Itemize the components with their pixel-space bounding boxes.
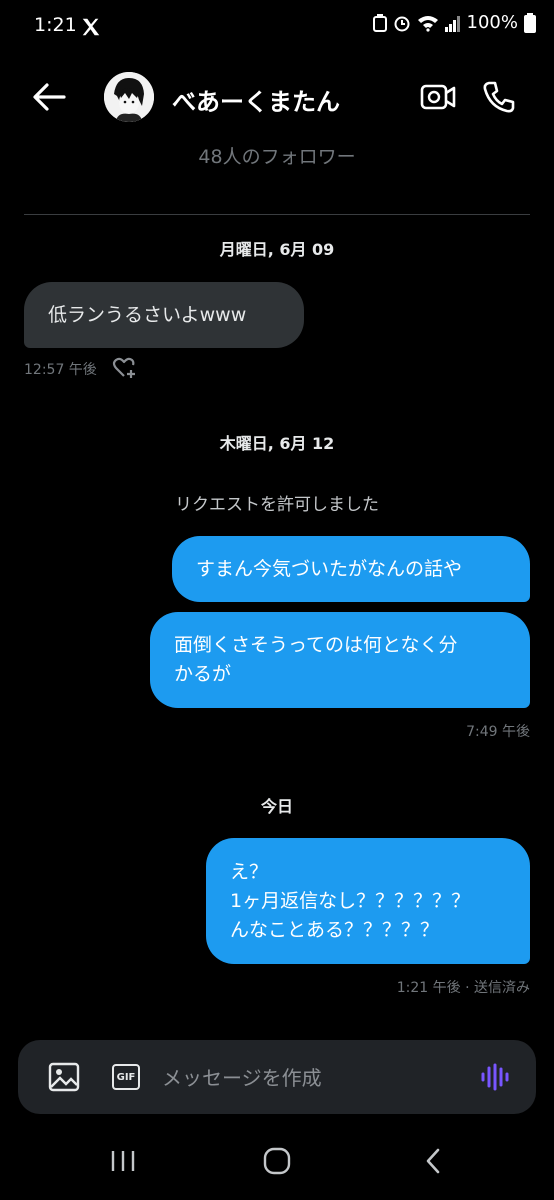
battery-percent: 100% xyxy=(466,12,518,33)
message-text-line: 1ヶ月返信なし？？？？？？ xyxy=(230,889,471,912)
message-text-line: かるが xyxy=(174,663,232,685)
add-reaction-icon[interactable] xyxy=(112,356,138,380)
image-icon[interactable] xyxy=(48,1062,80,1092)
x-logo-icon xyxy=(82,18,100,36)
header-divider xyxy=(24,214,530,215)
follower-count[interactable]: 48人のフォロワー xyxy=(0,142,554,169)
status-indicators: 100% xyxy=(372,12,536,33)
status-time: 1:21 xyxy=(34,14,77,36)
home-icon[interactable] xyxy=(262,1146,292,1176)
avatar-illustration xyxy=(104,72,154,122)
date-separator: 今日 xyxy=(260,797,293,816)
message-text-line: え？ xyxy=(230,860,269,883)
battery-saver-icon xyxy=(372,13,387,32)
message-text-line: 面倒くさそうってのは何となく分 xyxy=(174,634,458,656)
conversation-name[interactable]: べあーくまたん xyxy=(172,82,340,117)
battery-icon xyxy=(524,12,536,33)
date-separator: 木曜日, 6月 12 xyxy=(219,434,335,453)
message-text-line: んなことある？？？？？ xyxy=(230,918,440,941)
phone-call-icon[interactable] xyxy=(482,80,516,114)
recent-apps-icon[interactable] xyxy=(108,1148,138,1174)
video-call-icon[interactable] xyxy=(420,82,456,112)
voice-message-icon[interactable] xyxy=(480,1062,510,1092)
message-input[interactable] xyxy=(160,1060,464,1096)
system-message: リクエストを許可しました xyxy=(175,495,379,515)
nav-back-icon[interactable] xyxy=(422,1146,444,1176)
received-message[interactable]: 低ランうるさいよwww xyxy=(24,282,304,348)
sent-message[interactable]: え？ 1ヶ月返信なし？？？？？？ んなことある？？？？？ xyxy=(206,838,530,964)
message-status: 1:21 午後 · 送信済み xyxy=(396,980,530,996)
avatar[interactable] xyxy=(104,72,154,122)
wifi-icon xyxy=(417,15,438,32)
alarm-icon xyxy=(394,16,410,31)
back-arrow-icon[interactable] xyxy=(32,82,66,112)
gif-icon[interactable]: GIF xyxy=(112,1064,140,1090)
sent-message[interactable]: すまん今気づいたがなんの話や xyxy=(172,536,530,602)
date-separator: 月曜日, 6月 09 xyxy=(219,240,335,259)
message-text: 低ランうるさいよwww xyxy=(48,303,247,326)
message-timestamp: 7:49 午後 xyxy=(466,724,530,740)
sent-message[interactable]: 面倒くさそうってのは何となく分 かるが xyxy=(150,612,530,708)
gif-label: GIF xyxy=(116,1071,136,1083)
signal-icon xyxy=(444,15,460,32)
message-text: すまん今気づいたがなんの話や xyxy=(196,557,463,580)
message-timestamp: 12:57 午後 xyxy=(24,362,97,378)
